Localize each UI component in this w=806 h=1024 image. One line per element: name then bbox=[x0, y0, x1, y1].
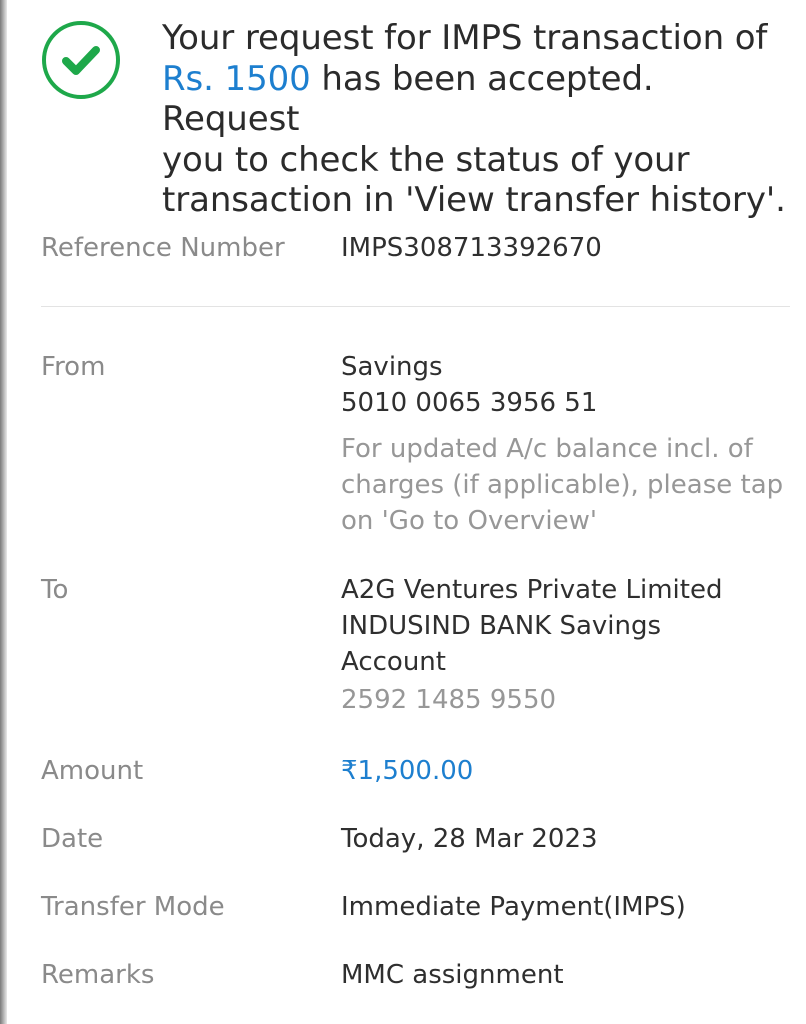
confirmation-line-4: transaction in 'View transfer history'. bbox=[162, 180, 786, 220]
check-circle-icon bbox=[41, 20, 121, 100]
divider bbox=[41, 306, 790, 307]
payee-bank-line-2: Account bbox=[341, 647, 446, 677]
reference-number-value: IMPS308713392670 bbox=[341, 233, 602, 263]
transaction-confirmation-screen: Your request for IMPS transaction of Rs.… bbox=[0, 0, 806, 1024]
reference-number-label: Reference Number bbox=[41, 233, 285, 263]
balance-note-line-3: on 'Go to Overview' bbox=[341, 506, 598, 536]
confirmation-line-2: Rs. 1500 has been accepted. Request bbox=[162, 59, 798, 140]
confirmation-line-1: Your request for IMPS transaction of bbox=[162, 18, 768, 58]
confirmation-line-3: you to check the status of your bbox=[162, 139, 690, 180]
amount-label: Amount bbox=[41, 756, 144, 786]
remarks-label: Remarks bbox=[41, 960, 155, 990]
transfer-mode-label: Transfer Mode bbox=[41, 892, 225, 922]
confirmation-amount: Rs. 1500 bbox=[162, 58, 311, 99]
transfer-mode-value: Immediate Payment(IMPS) bbox=[341, 892, 686, 922]
from-account-type: Savings bbox=[341, 352, 443, 382]
payee-bank-line-1: INDUSIND BANK Savings bbox=[341, 611, 662, 641]
balance-note-line-1: For updated A/c balance incl. of bbox=[341, 434, 753, 464]
from-account-number: 5010 0065 3956 51 bbox=[341, 388, 598, 418]
left-edge-shadow bbox=[0, 0, 7, 1024]
remarks-value: MMC assignment bbox=[341, 960, 564, 990]
from-label: From bbox=[41, 352, 106, 382]
date-label: Date bbox=[41, 824, 104, 854]
confirmation-message: Your request for IMPS transaction of Rs.… bbox=[162, 18, 798, 221]
payee-name: A2G Ventures Private Limited bbox=[341, 575, 723, 605]
amount-value: ₹1,500.00 bbox=[341, 756, 474, 786]
payee-account-number: 2592 1485 9550 bbox=[341, 685, 557, 715]
date-value: Today, 28 Mar 2023 bbox=[341, 824, 598, 854]
to-label: To bbox=[41, 575, 69, 605]
balance-note-line-2: charges (if applicable), please tap bbox=[341, 470, 784, 500]
